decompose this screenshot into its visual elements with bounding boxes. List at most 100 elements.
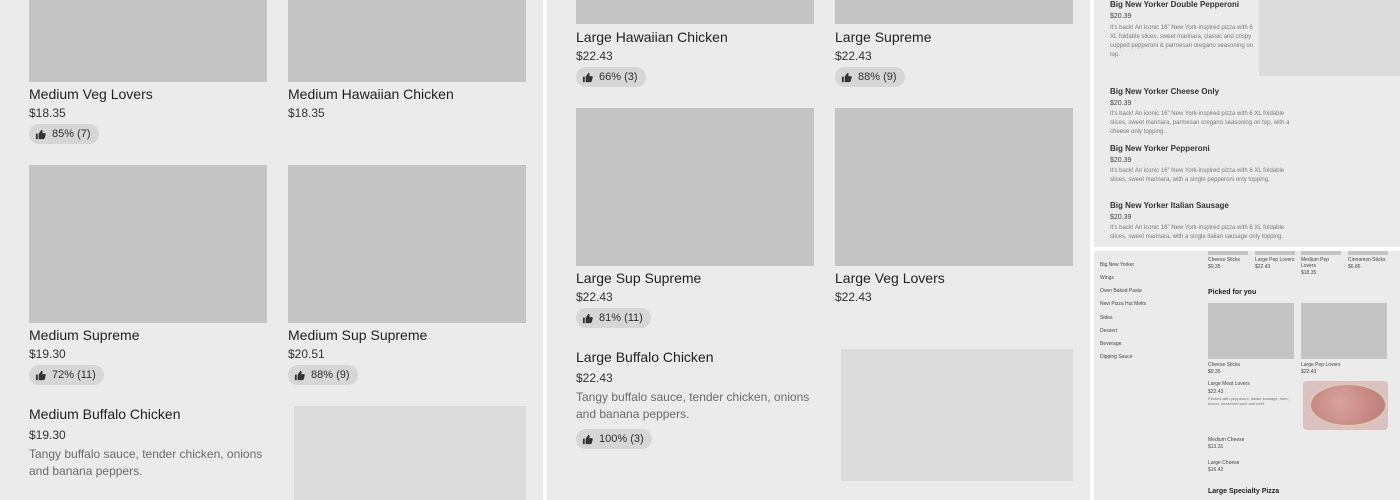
rating-badge: 66% (3) bbox=[576, 67, 646, 87]
item-price: $18.35 bbox=[29, 106, 66, 120]
item-title[interactable]: Medium Buffalo Chicken bbox=[29, 406, 180, 422]
item-description: It's back! An iconic 16" New York-inspir… bbox=[1110, 111, 1290, 135]
item-title[interactable]: Big New Yorker Cheese Only bbox=[1110, 87, 1219, 96]
item-image[interactable] bbox=[1208, 303, 1294, 359]
item-price: $22.43 bbox=[1255, 264, 1271, 270]
item-price: $20.39 bbox=[1110, 100, 1132, 107]
rating-badge: 81% (11) bbox=[576, 308, 651, 328]
section-heading: Picked for you bbox=[1208, 289, 1257, 296]
item-title[interactable]: Large Pep Lovers bbox=[1301, 362, 1340, 368]
item-title[interactable]: Big New Yorker Double Pepperoni bbox=[1110, 0, 1239, 9]
rating-text: 66% (3) bbox=[599, 71, 638, 83]
rating-badge: 85% (7) bbox=[29, 124, 99, 144]
item-image[interactable] bbox=[294, 406, 526, 500]
rating-text: 88% (9) bbox=[858, 71, 897, 83]
item-title[interactable]: Large Supreme bbox=[835, 29, 932, 45]
thumbs-up-icon bbox=[841, 72, 852, 82]
item-title[interactable]: Large Pep Lovers bbox=[1255, 257, 1294, 263]
item-image[interactable] bbox=[841, 349, 1073, 481]
item-title[interactable]: Medium Cheese bbox=[1208, 437, 1244, 443]
thumbs-up-icon bbox=[35, 370, 46, 380]
item-title[interactable]: Medium Pep Lovers bbox=[1301, 257, 1335, 269]
rating-text: 88% (9) bbox=[311, 369, 350, 381]
nav-item[interactable]: Oven Baked Pasta bbox=[1100, 288, 1142, 294]
item-description: It's back! An iconic 16" New York-inspir… bbox=[1110, 25, 1254, 58]
item-description: It's back! An iconic 16" New York-inspir… bbox=[1110, 225, 1285, 240]
item-image[interactable] bbox=[1255, 251, 1295, 255]
item-price: $20.39 bbox=[1110, 214, 1132, 221]
nav-item[interactable]: Big New Yorker bbox=[1100, 262, 1134, 268]
item-title[interactable]: Cheese Sticks bbox=[1208, 362, 1240, 368]
thumbs-up-icon bbox=[294, 370, 305, 380]
rating-text: 100% (3) bbox=[599, 433, 644, 445]
pizza-image[interactable] bbox=[1303, 381, 1388, 430]
item-price: $19.30 bbox=[29, 428, 66, 442]
item-price: $20.51 bbox=[288, 347, 325, 361]
item-price: $22.43 bbox=[1208, 389, 1224, 395]
item-price: $22.43 bbox=[835, 290, 872, 304]
item-price: $13.31 bbox=[1208, 444, 1224, 450]
item-title[interactable]: Medium Supreme bbox=[29, 327, 140, 343]
item-image[interactable] bbox=[288, 0, 526, 82]
item-price: $22.43 bbox=[835, 49, 872, 63]
nav-item[interactable]: Wings bbox=[1100, 275, 1114, 281]
item-price: $16.42 bbox=[1208, 467, 1224, 473]
item-image[interactable] bbox=[835, 108, 1073, 266]
rating-text: 72% (11) bbox=[52, 369, 96, 381]
item-image[interactable] bbox=[1259, 0, 1400, 76]
rating-badge: 100% (3) bbox=[576, 429, 652, 449]
item-price: $22.43 bbox=[576, 290, 613, 304]
item-title[interactable]: Large Buffalo Chicken bbox=[576, 349, 714, 365]
item-image[interactable] bbox=[835, 0, 1073, 24]
item-price: $20.39 bbox=[1110, 157, 1132, 164]
rating-badge: 88% (9) bbox=[288, 365, 358, 385]
item-title[interactable]: Medium Veg Lovers bbox=[29, 86, 153, 102]
item-title[interactable]: Medium Hawaiian Chicken bbox=[288, 86, 454, 102]
item-image[interactable] bbox=[29, 0, 267, 82]
item-image[interactable] bbox=[288, 165, 526, 323]
thumbs-up-icon bbox=[35, 129, 46, 139]
item-title[interactable]: Large Cheese bbox=[1208, 460, 1239, 466]
thumbs-up-icon bbox=[582, 72, 593, 82]
menu-panel-medium: Medium Veg Lovers $18.35 85% (7) Medium … bbox=[0, 0, 543, 500]
item-price: $6.86 bbox=[1348, 264, 1361, 270]
nav-item[interactable]: Dipping Sauce bbox=[1100, 354, 1133, 360]
item-description: Tangy buffalo sauce, tender chicken, oni… bbox=[576, 390, 810, 421]
item-image[interactable] bbox=[1301, 303, 1387, 359]
item-title[interactable]: Large Meat Lovers bbox=[1208, 381, 1250, 387]
item-price: $22.43 bbox=[576, 371, 613, 385]
rating-text: 81% (11) bbox=[599, 312, 643, 324]
item-image[interactable] bbox=[1301, 251, 1341, 255]
item-image[interactable] bbox=[1208, 251, 1248, 255]
item-price: $22.43 bbox=[576, 49, 613, 63]
nav-item[interactable]: New Pizza Hut Melts bbox=[1100, 301, 1146, 307]
item-title[interactable]: Big New Yorker Pepperoni bbox=[1110, 144, 1210, 153]
menu-overview-panel: Big New Yorker Wings Oven Baked Pasta Ne… bbox=[1094, 251, 1400, 500]
item-price: $18.35 bbox=[1301, 270, 1317, 276]
nav-item[interactable]: Dessert bbox=[1100, 328, 1117, 334]
item-title[interactable]: Cinnamon Sticks bbox=[1348, 257, 1386, 263]
item-title[interactable]: Cheese Sticks bbox=[1208, 257, 1240, 263]
item-image[interactable] bbox=[576, 0, 814, 24]
item-title[interactable]: Large Sup Supreme bbox=[576, 270, 701, 286]
thumbs-up-icon bbox=[582, 434, 593, 444]
item-image[interactable] bbox=[29, 165, 267, 323]
item-description: It's back! An iconic 16" New York-inspir… bbox=[1110, 168, 1285, 183]
pizza-graphic bbox=[1309, 383, 1387, 427]
item-title[interactable]: Medium Sup Supreme bbox=[288, 327, 427, 343]
rating-badge: 88% (9) bbox=[835, 67, 905, 87]
nav-item[interactable]: Beverage bbox=[1100, 341, 1121, 347]
item-image[interactable] bbox=[1348, 251, 1388, 255]
nav-item[interactable]: Sides bbox=[1100, 315, 1113, 321]
rating-badge: 72% (11) bbox=[29, 365, 104, 385]
item-title[interactable]: Large Veg Lovers bbox=[835, 270, 945, 286]
item-description: Packed with pepperoni, Italian sausage, … bbox=[1208, 396, 1289, 406]
item-title[interactable]: Large Hawaiian Chicken bbox=[576, 29, 728, 45]
item-title[interactable]: Big New Yorker Italian Sausage bbox=[1110, 201, 1229, 210]
item-price: $22.43 bbox=[1301, 369, 1317, 375]
item-price: $19.30 bbox=[29, 347, 66, 361]
big-new-yorker-list: Big New Yorker Double Pepperoni $20.39 I… bbox=[1094, 0, 1400, 247]
item-image[interactable] bbox=[576, 108, 814, 266]
rating-text: 85% (7) bbox=[52, 128, 91, 140]
item-price: $20.39 bbox=[1110, 13, 1132, 20]
